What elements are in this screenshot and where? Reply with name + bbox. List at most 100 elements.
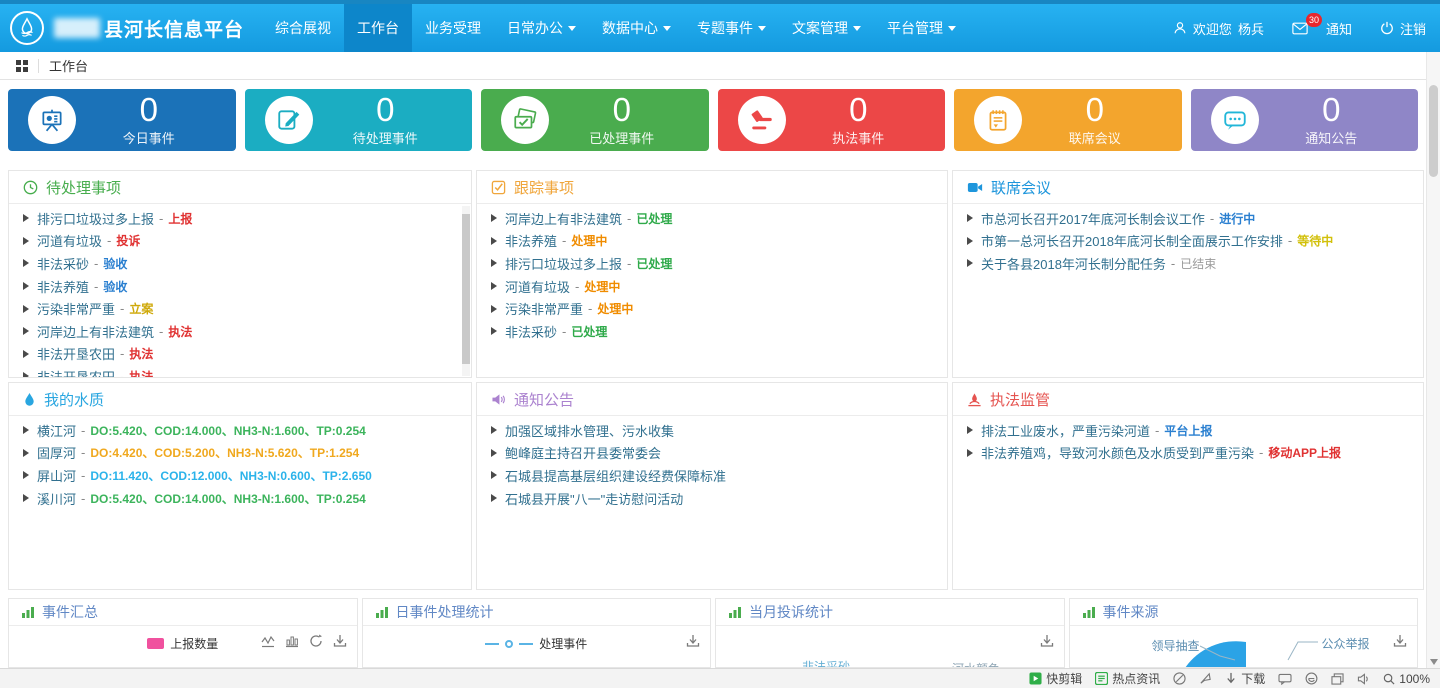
chart-title: 事件汇总 [42, 602, 98, 622]
stat-card-today-events[interactable]: 0 今日事件 [8, 89, 236, 151]
page-scrollbar[interactable] [1426, 52, 1440, 668]
caret-right-icon [967, 237, 973, 245]
list-item[interactable]: 非法开垦农田-执法 [23, 343, 457, 366]
chart-event-summary: 事件汇总 上报数量 [8, 598, 358, 668]
list-item[interactable]: 非法养殖-处理中 [491, 230, 933, 253]
panel-pending-items: 待处理事项 排污口垃圾过多上报-上报 河道有垃圾-投诉 非法采砂-验收 非法养殖… [8, 170, 472, 378]
caret-right-icon [23, 350, 29, 358]
list-item[interactable]: 市总河长召开2017年底河长制会议工作-进行中 [967, 207, 1409, 230]
notifications-button[interactable]: 30 通知 [1292, 19, 1352, 38]
pie-label: 非法采砂— [802, 658, 862, 668]
list-item[interactable]: 加强区域排水管理、污水收集 [491, 419, 933, 442]
list-item[interactable]: 排污口垃圾过多上报-已处理 [491, 252, 933, 275]
download-manager-button[interactable]: 下载 [1225, 670, 1265, 687]
chart-legend[interactable]: 处理事件 [363, 635, 711, 652]
caret-right-icon [491, 494, 497, 502]
browser-engine-button[interactable] [1305, 672, 1318, 685]
status-badge: 处理中 [597, 300, 633, 317]
scrollbar-thumb[interactable] [1429, 85, 1438, 177]
apps-grid-icon[interactable] [16, 60, 28, 72]
legend-line [485, 643, 499, 645]
chevron-down-icon [663, 26, 671, 31]
scrollbar-down-arrow[interactable] [1430, 659, 1438, 665]
list-item[interactable]: 鲍峰庭主持召开县委常委会 [491, 442, 933, 465]
window-mode-button[interactable] [1331, 673, 1344, 685]
list-item[interactable]: 屏山河-DO:11.420、COD:12.000、NH3-N:0.600、TP:… [23, 464, 457, 487]
stat-value: 0 [786, 93, 932, 126]
list-item[interactable]: 非法养殖鸡，导致河水颜色及水质受到严重污染-移动APP上报 [967, 442, 1409, 465]
list-item[interactable]: 关于各县2018年河长制分配任务-已结束 [967, 252, 1409, 275]
window-icon [1331, 673, 1344, 685]
list-item[interactable]: 溪川河-DO:5.420、COD:14.000、NH3-N:1.600、TP:0… [23, 487, 457, 510]
divider [38, 59, 39, 73]
list-item[interactable]: 石城县提高基层组织建设经费保障标准 [491, 464, 933, 487]
caret-right-icon [491, 426, 497, 434]
menu-item-data-center[interactable]: 数据中心 [589, 4, 684, 52]
list-item[interactable]: 市第一总河长召开2018年底河长制全面展示工作安排-等待中 [967, 230, 1409, 253]
bar-chart-toggle-icon[interactable] [285, 635, 299, 648]
menu-item-business[interactable]: 业务受理 [412, 4, 494, 52]
list-item[interactable]: 排污口垃圾过多上报-上报 [23, 207, 457, 230]
check-card-icon [512, 107, 538, 133]
download-icon[interactable] [1040, 634, 1054, 648]
list-item[interactable]: 河道有垃圾-投诉 [23, 230, 457, 253]
menu-item-platform-mgmt[interactable]: 平台管理 [874, 4, 969, 52]
caret-right-icon [967, 214, 973, 222]
menu-item-daily-office[interactable]: 日常办公 [494, 4, 589, 52]
check-square-icon [491, 180, 506, 195]
panel-title: 跟踪事项 [514, 177, 574, 198]
list-item[interactable]: 非法养殖-验收 [23, 275, 457, 298]
logout-button[interactable]: 注销 [1380, 19, 1426, 38]
caret-right-icon [967, 259, 973, 267]
stat-card-notices[interactable]: 0 通知公告 [1191, 89, 1419, 151]
menu-item-overview[interactable]: 综合展视 [262, 4, 344, 52]
list-item[interactable]: 非法采砂-已处理 [491, 320, 933, 343]
feedback-button[interactable] [1278, 673, 1292, 685]
list-item[interactable]: 河岸边上有非法建筑-执法 [23, 320, 457, 343]
browser-status-bar: 快剪辑 热点资讯 下载 [0, 668, 1440, 688]
panel-scrollbar[interactable] [462, 206, 470, 376]
status-badge: 执法 [129, 345, 153, 362]
zoom-control[interactable]: 100% [1383, 672, 1430, 686]
list-item[interactable]: 石城县开展"八一"走访慰问活动 [491, 487, 933, 510]
mute-button[interactable] [1357, 673, 1370, 685]
news-icon [1095, 672, 1108, 685]
download-icon[interactable] [686, 634, 700, 648]
stat-card-pending-events[interactable]: 0 待处理事件 [245, 89, 473, 151]
status-badge: 移动APP上报 [1268, 444, 1341, 461]
list-item[interactable]: 排法工业废水，严重污染河道-平台上报 [967, 419, 1409, 442]
refresh-icon[interactable] [309, 634, 323, 648]
menu-item-special-events[interactable]: 专题事件 [684, 4, 779, 52]
stat-value: 0 [76, 93, 222, 126]
water-metrics: DO:5.420、COD:14.000、NH3-N:1.600、TP:0.254 [90, 490, 365, 507]
status-badge: 执法 [129, 368, 153, 378]
stat-card-enforcement-events[interactable]: 0 执法事件 [718, 89, 946, 151]
accelerator-button[interactable] [1173, 672, 1186, 685]
panel-header: 跟踪事项 [477, 171, 947, 204]
enforcement-icon [967, 392, 982, 407]
list-item[interactable]: 污染非常严重-立案 [23, 297, 457, 320]
download-icon[interactable] [333, 634, 347, 648]
list-item[interactable]: 非法开垦农田-执法 [23, 365, 457, 378]
list-item[interactable]: 河道有垃圾-处理中 [491, 275, 933, 298]
notepad-icon [985, 107, 1011, 133]
list-item[interactable]: 横江河-DO:5.420、COD:14.000、NH3-N:1.600、TP:0… [23, 419, 457, 442]
status-badge: 处理中 [571, 232, 607, 249]
stat-card-joint-meetings[interactable]: 0 联席会议 [954, 89, 1182, 151]
list-item[interactable]: 固厚河-DO:4.420、COD:5.200、NH3-N:5.620、TP:1.… [23, 442, 457, 465]
hot-news-button[interactable]: 热点资讯 [1095, 670, 1160, 687]
line-chart-toggle-icon[interactable] [261, 635, 275, 648]
menu-item-workbench[interactable]: 工作台 [344, 4, 412, 52]
menu-item-document-mgmt[interactable]: 文案管理 [779, 4, 874, 52]
list-item[interactable]: 污染非常严重-处理中 [491, 297, 933, 320]
stat-card-handled-events[interactable]: 0 已处理事件 [481, 89, 709, 151]
list-item[interactable]: 非法采砂-验收 [23, 252, 457, 275]
flag-button[interactable] [1199, 672, 1212, 685]
list-item[interactable]: 河岸边上有非法建筑-已处理 [491, 207, 933, 230]
scrollbar-thumb[interactable] [462, 214, 470, 364]
caret-right-icon [23, 449, 29, 457]
status-badge: 平台上报 [1164, 422, 1212, 439]
user-menu[interactable]: 欢迎您 杨兵 [1173, 19, 1264, 38]
presentation-icon [39, 107, 65, 133]
quick-clip-button[interactable]: 快剪辑 [1029, 670, 1082, 687]
